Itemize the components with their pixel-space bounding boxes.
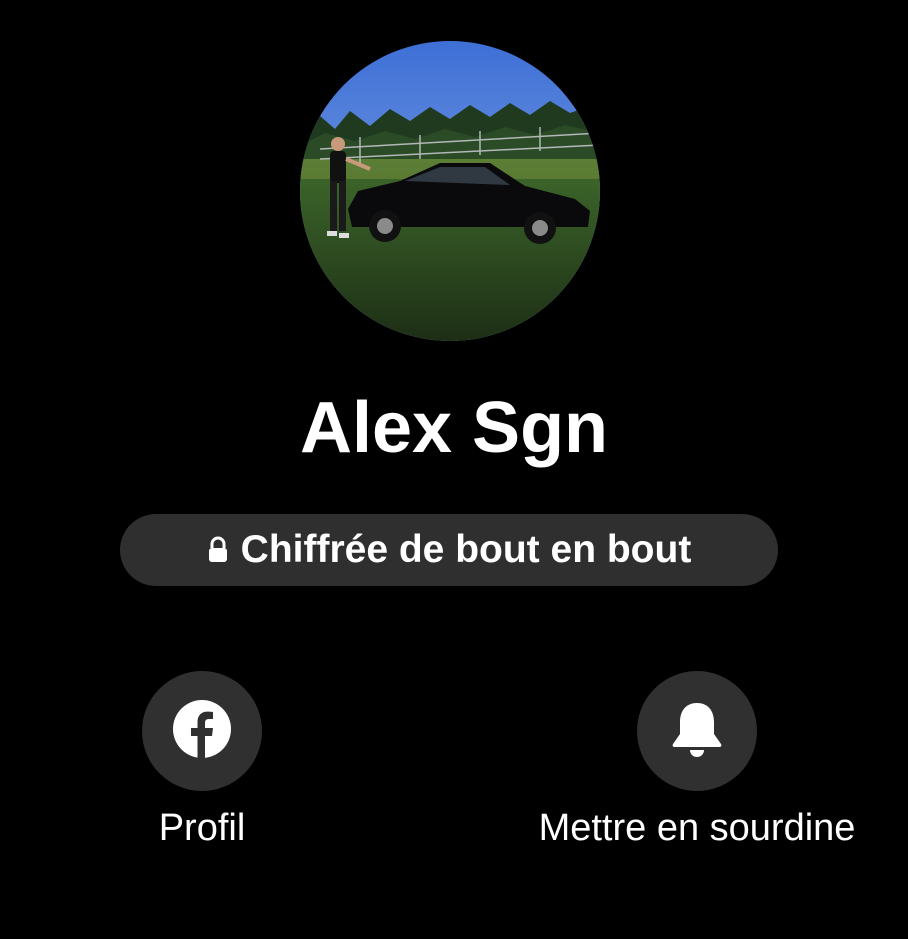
mute-button[interactable] [637, 671, 757, 791]
profile-button[interactable] [142, 671, 262, 791]
profile-label[interactable]: Profil [92, 805, 312, 851]
lock-icon [207, 536, 229, 564]
facebook-icon [173, 699, 231, 763]
avatar[interactable] [300, 41, 600, 341]
encryption-label: Chiffrée de bout en bout [240, 528, 692, 571]
avatar-photo [300, 41, 600, 341]
contact-name: Alex Sgn [299, 388, 609, 468]
encryption-badge[interactable]: Chiffrée de bout en bout [120, 514, 778, 586]
bell-icon [670, 700, 724, 763]
mute-label[interactable]: Mettre en sourdine [497, 805, 897, 851]
